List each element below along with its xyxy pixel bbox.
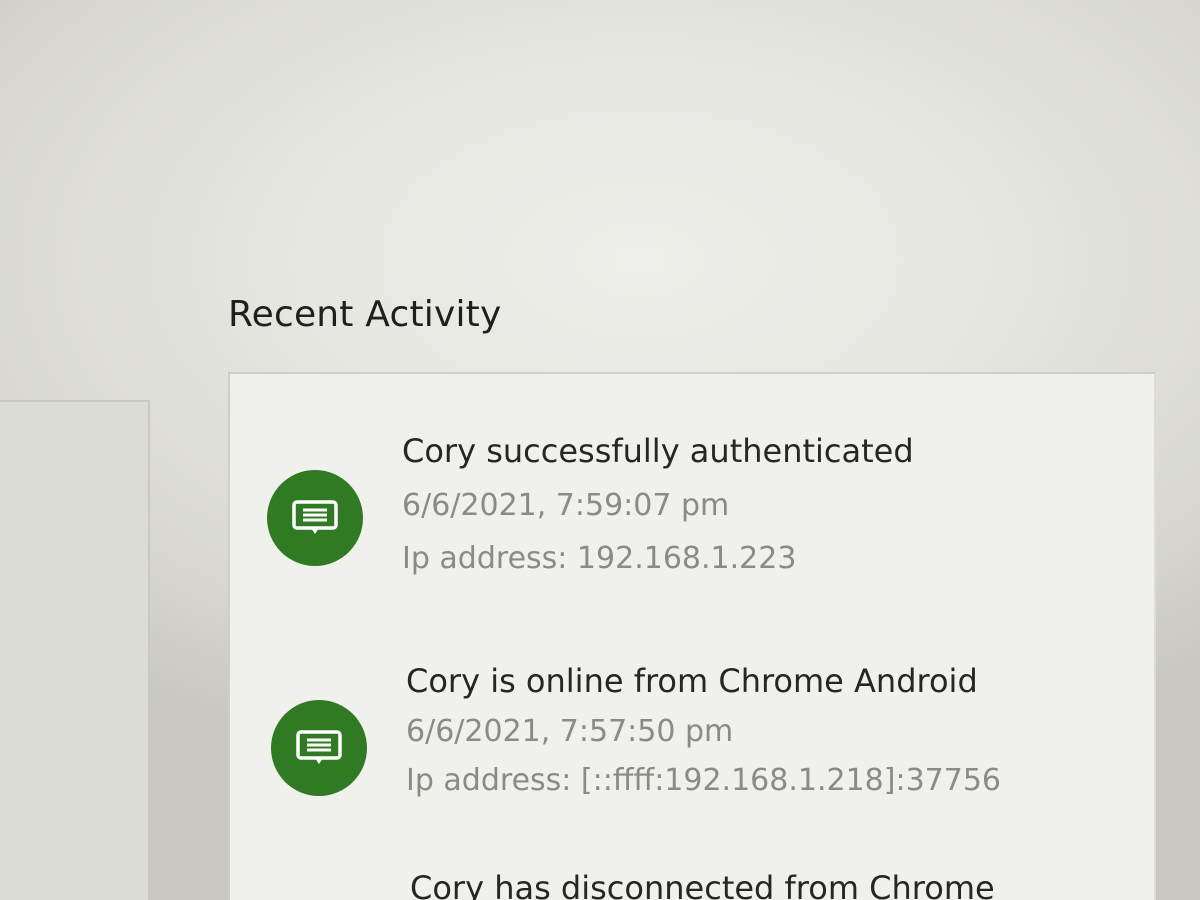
activity-title: Cory has disconnected from Chrome <box>410 869 995 900</box>
activity-item: Cory has disconnected from Chrome <box>230 869 1154 900</box>
section-title: Recent Activity <box>228 294 502 335</box>
message-icon <box>271 700 367 796</box>
activity-text: Cory is online from Chrome Android 6/6/2… <box>406 662 1001 798</box>
left-panel <box>0 400 150 900</box>
activity-list: Cory successfully authenticated 6/6/2021… <box>228 372 1156 900</box>
activity-title: Cory is online from Chrome Android <box>406 662 978 700</box>
activity-timestamp: 6/6/2021, 7:59:07 pm <box>402 488 730 523</box>
activity-ip-address: Ip address: [::ffff:192.168.1.218]:37756 <box>406 763 1002 798</box>
activity-text: Cory successfully authenticated 6/6/2021… <box>402 432 914 576</box>
activity-ip-address: Ip address: 192.168.1.223 <box>402 541 797 576</box>
activity-timestamp: 6/6/2021, 7:57:50 pm <box>406 714 734 749</box>
activity-title: Cory successfully authenticated <box>402 432 914 470</box>
activity-item: Cory successfully authenticated 6/6/2021… <box>230 374 1154 624</box>
message-icon <box>267 470 363 566</box>
activity-text: Cory has disconnected from Chrome <box>410 869 995 900</box>
activity-item: Cory is online from Chrome Android 6/6/2… <box>230 624 1154 874</box>
